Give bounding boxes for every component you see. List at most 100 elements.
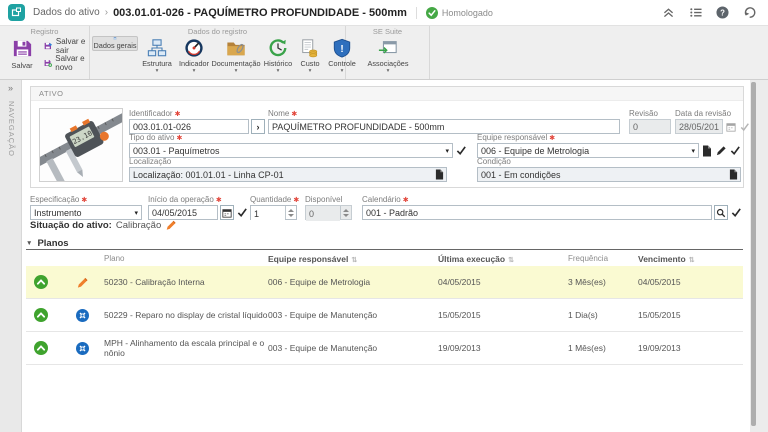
save-exit-button[interactable]: Salvar e sair	[44, 39, 89, 52]
identificador-next-button[interactable]: ›	[251, 119, 265, 134]
condicao-field: Condição	[477, 157, 741, 182]
title-divider	[416, 7, 417, 19]
sidebar-expand-icon[interactable]: »	[0, 80, 21, 93]
tab-controle-caret-icon: ▾	[341, 69, 344, 74]
refresh-icon[interactable]	[742, 6, 756, 20]
help-icon[interactable]: ?	[715, 6, 729, 20]
equipe-select[interactable]: 006 - Equipe de Metrologia▾	[477, 143, 699, 158]
vertical-scrollbar[interactable]	[750, 80, 768, 432]
app-icon[interactable]	[8, 4, 25, 21]
col-equipe[interactable]: Equipe responsável⇅	[268, 254, 438, 264]
identificador-label: Identificador	[129, 109, 173, 118]
tab-associacoes-caret-icon: ▾	[387, 69, 390, 74]
calendario-input[interactable]	[362, 205, 712, 220]
calibration-pencil-icon[interactable]	[76, 276, 89, 289]
equipe-edit-pencil-icon[interactable]	[715, 143, 727, 158]
plan-row[interactable]: MPH - Alinhamento da escala principal e …	[26, 332, 743, 365]
status-text: Homologado	[442, 8, 493, 18]
disponivel-stepper	[340, 206, 350, 219]
dropdown-caret-icon: ▾	[134, 209, 138, 217]
col-frequencia[interactable]: Frequência	[568, 254, 638, 263]
localizacao-input[interactable]	[129, 167, 447, 182]
especificacao-label: Especificação	[30, 195, 79, 204]
nome-field: Nome✱	[268, 109, 620, 134]
tab-associacoes[interactable]: Associações ▾	[360, 36, 416, 79]
save-new-button[interactable]: Salvar e novo	[44, 56, 89, 69]
svg-text:?: ?	[720, 8, 725, 17]
scrollbar-thumb[interactable]	[751, 82, 756, 426]
record-tabs: Dados gerais Estrutura ▾ Indicador ▾ Doc…	[92, 36, 360, 79]
calendario-confirm-check-icon[interactable]	[730, 205, 742, 220]
required-icon: ✱	[175, 110, 181, 118]
revisao-label: Revisão	[629, 109, 658, 118]
inicio-operacao-input[interactable]	[148, 205, 218, 220]
plan-row[interactable]: 50229 - Reparo no display de cristal líq…	[26, 299, 743, 332]
equipe-view-doc-icon[interactable]	[701, 143, 713, 158]
plan-name: 50229 - Reparo no display de cristal líq…	[104, 310, 268, 320]
col-ultima-execucao[interactable]: Última execução⇅	[438, 254, 568, 264]
main-content: ATIVO 23.10	[22, 80, 750, 432]
identificador-field: Identificador✱ ›	[129, 109, 265, 134]
revisao-field: Revisão	[629, 109, 671, 134]
tab-dados-gerais[interactable]: Dados gerais	[92, 36, 138, 51]
col-vencimento[interactable]: Vencimento⇅	[638, 254, 743, 264]
tipo-confirm-check-icon[interactable]	[455, 143, 467, 158]
plan-due-date: 04/05/2015	[638, 277, 743, 287]
plan-team: 003 - Equipe de Manutenção	[268, 310, 438, 320]
required-icon: ✱	[81, 196, 87, 204]
calendar-icon	[725, 119, 737, 134]
tab-documentacao[interactable]: Documentação ▾	[212, 36, 260, 79]
localizacao-doc-icon[interactable]	[433, 168, 446, 180]
inicio-calendar-icon[interactable]	[220, 205, 234, 220]
execute-plan-icon[interactable]	[34, 275, 48, 289]
execute-plan-icon[interactable]	[34, 308, 48, 322]
equipe-confirm-check-icon[interactable]	[729, 143, 741, 158]
quantidade-input[interactable]	[251, 206, 285, 221]
maintenance-icon[interactable]	[76, 342, 89, 355]
save-new-label: Salvar e novo	[55, 54, 89, 72]
ribbon-group-sesuite-label: SE Suite	[346, 27, 429, 36]
inicio-operacao-field: Início da operação✱	[148, 195, 248, 220]
execute-plan-icon[interactable]	[34, 341, 48, 355]
plan-frequency: 1 Mês(es)	[568, 343, 638, 353]
maintenance-icon[interactable]	[76, 309, 89, 322]
calendario-search-icon[interactable]	[714, 205, 728, 220]
task-list-icon[interactable]	[688, 6, 702, 20]
status-check-icon	[426, 7, 438, 19]
condicao-label: Condição	[477, 157, 511, 166]
tab-documentacao-caret-icon: ▾	[235, 69, 238, 74]
tab-indicador[interactable]: Indicador ▾	[176, 36, 212, 79]
asset-photo[interactable]: 23.10	[39, 108, 123, 182]
dropdown-caret-icon: ▾	[691, 147, 695, 155]
especificacao-select[interactable]: Instrumento▾	[30, 205, 142, 220]
plan-row[interactable]: 50230 - Calibração Interna 006 - Equipe …	[26, 266, 743, 299]
nome-input[interactable]	[268, 119, 620, 134]
identificador-input[interactable]	[129, 119, 249, 134]
col-plano[interactable]: Plano	[104, 254, 268, 263]
planos-collapse-icon[interactable]: ▼	[26, 240, 32, 247]
calendario-label: Calendário	[362, 195, 401, 204]
inicio-confirm-check-icon[interactable]	[236, 205, 248, 220]
save-button[interactable]: Salvar	[4, 37, 40, 78]
tab-indicador-label: Indicador	[179, 59, 209, 68]
planos-table-header: Plano Equipe responsável⇅ Última execuçã…	[26, 251, 743, 266]
tipo-ativo-label: Tipo do ativo	[129, 133, 175, 142]
breadcrumb[interactable]: Dados do ativo	[33, 7, 100, 18]
planos-section-header[interactable]: ▼ Planos	[26, 237, 743, 250]
plan-name: MPH - Alinhamento da escala principal e …	[104, 338, 268, 358]
tab-custo[interactable]: Custo ▾	[296, 36, 324, 79]
quantidade-stepper[interactable]	[285, 206, 295, 219]
plan-frequency: 1 Dia(s)	[568, 310, 638, 320]
collapse-ribbon-icon[interactable]	[661, 6, 675, 20]
save-new-icon	[44, 57, 52, 69]
tab-estrutura[interactable]: Estrutura ▾	[138, 36, 176, 79]
general-data-icon	[105, 37, 125, 40]
tipo-ativo-select[interactable]: 003.01 - Paquímetros▾	[129, 143, 453, 158]
ribbon-group-registro-label: Registro	[0, 27, 89, 36]
condicao-doc-icon[interactable]	[727, 168, 740, 180]
disponivel-label: Disponível	[305, 195, 342, 204]
condicao-input[interactable]	[477, 167, 741, 182]
navigation-sidebar[interactable]: » NAVEGAÇÃO	[0, 80, 22, 432]
tab-historico[interactable]: Histórico ▾	[260, 36, 296, 79]
edit-status-pencil-icon[interactable]	[165, 219, 177, 231]
